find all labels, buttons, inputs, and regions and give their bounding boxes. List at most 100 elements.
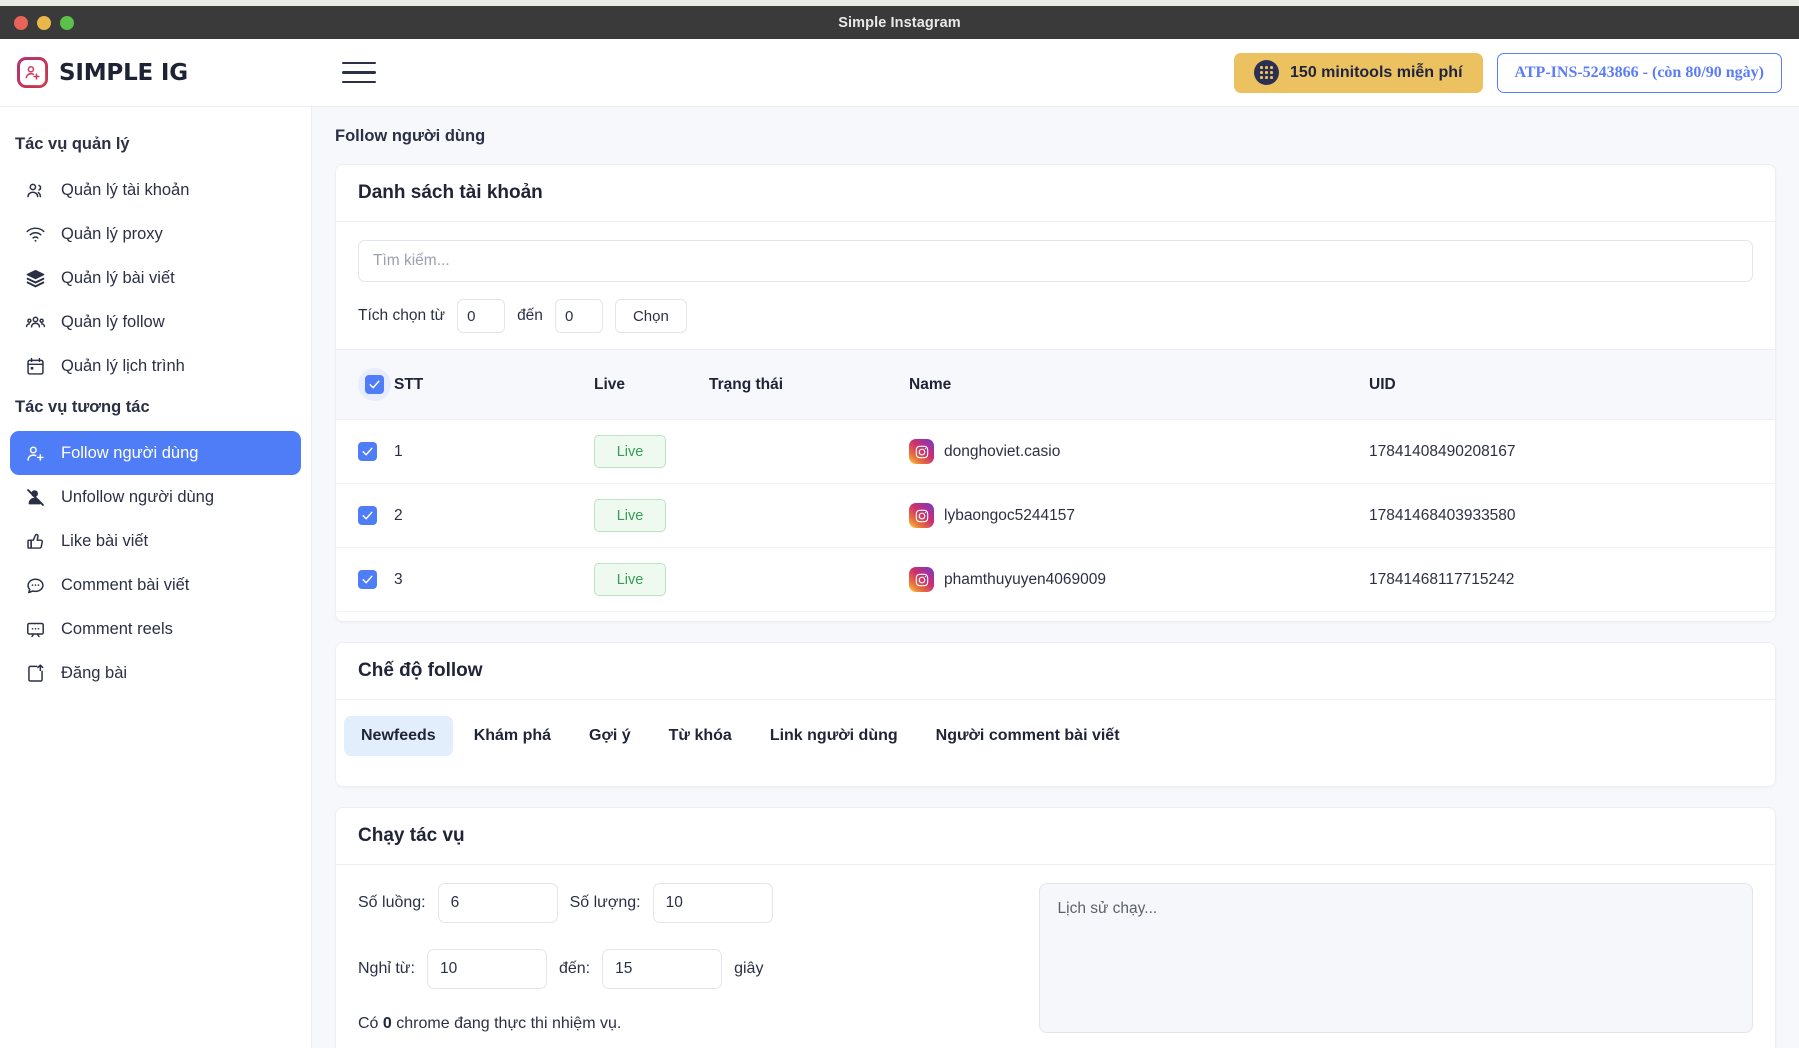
user-plus-icon [24,442,46,464]
sidebar-item-comment-reels[interactable]: Comment reels [10,607,301,651]
row-checkbox[interactable] [358,442,377,461]
app-window: Simple Instagram SIMPLE IG 150 minitools… [0,6,1799,1048]
page-title: Follow người dùng [335,127,486,145]
row-checkbox-cell [336,419,394,484]
row-name-cell: vunhatruc3703116 [909,611,1369,621]
row-checkbox-cell [336,483,394,548]
row-stt: 3 [394,547,594,612]
sidebar-item-quan-ly-proxy[interactable]: Quản lý proxy [10,212,301,256]
select-to-input[interactable] [554,299,603,333]
select-range-row: Tích chọn từ đến Chọn [358,282,1753,349]
select-all-halo [358,368,391,401]
follow-mode-tabs: Newfeeds Khám phá Gợi ý Từ khóa Link ngư… [336,700,1775,786]
row-checkbox-cell [336,547,394,612]
sidebar-item-label: Đăng bài [61,663,128,682]
layers-icon [24,267,46,289]
sidebar-item-label: Comment reels [61,619,173,638]
select-from-input[interactable] [457,299,506,333]
sidebar-item-quan-ly-tai-khoan[interactable]: Quản lý tài khoản [10,168,301,212]
chrome-status-text: Có 0 chrome đang thực thi nhiệm vụ. [358,1015,1013,1033]
row-status [709,483,909,548]
sidebar-group-title-interaction: Tác vụ tương tác [15,398,150,416]
live-badge: Live [594,435,666,468]
sidebar-item-follow-nguoi-dung[interactable]: Follow người dùng [10,431,301,475]
history-textarea[interactable] [1038,883,1753,1033]
column-header-status: Trạng thái [709,350,909,420]
table-row[interactable]: 2 Live lybaongoc5244157 1784146840393358… [336,483,1775,548]
accounts-card-title: Danh sách tài khoản [336,165,1775,222]
grid-dots-icon [1254,60,1280,85]
threads-label: Số luồng: [358,894,426,911]
threads-input[interactable] [437,883,558,923]
select-all-checkbox[interactable] [365,375,384,394]
brand-logo[interactable]: SIMPLE IG [0,57,312,88]
sidebar-item-comment-bai-viet[interactable]: Comment bài viết [10,563,301,607]
window-title: Simple Instagram [838,14,961,31]
hamburger-line [342,71,376,74]
sidebar-item-quan-ly-bai-viet[interactable]: Quản lý bài viết [10,256,301,300]
row-uid: 17841468117715242 [1369,547,1775,612]
choose-button[interactable]: Chọn [614,299,687,333]
sidebar-item-like-bai-viet[interactable]: Like bài viết [10,519,301,563]
row-live-cell: Live [594,419,709,484]
sidebar-item-unfollow-nguoi-dung[interactable]: Unfollow người dùng [10,475,301,519]
sidebar-item-label: Quản lý tài khoản [61,180,190,199]
table-row[interactable]: 4 Live [336,611,1775,621]
quantity-input[interactable] [652,883,773,923]
row-checkbox[interactable] [358,506,377,525]
column-header-live: Live [594,350,709,420]
user-minus-icon [24,486,46,508]
delay-from-input[interactable] [426,949,547,989]
accounts-table-scroll[interactable]: STT Live Trạng thái Name UID 1 Live dong… [336,349,1775,621]
tab-nguoi-comment[interactable]: Người comment bài viết [919,716,1137,756]
wifi-icon [24,223,46,245]
sidebar-item-quan-ly-lich-trinh[interactable]: Quản lý lịch trình [10,344,301,388]
tab-goi-y[interactable]: Gợi ý [572,716,648,756]
table-row[interactable]: 1 Live donghoviet.casio 1784140849020816… [336,419,1775,484]
row-name: lybaongoc5244157 [944,506,1076,524]
hamburger-line [342,62,376,65]
tab-newfeeds[interactable]: Newfeeds [344,716,453,756]
row-live-cell: Live [594,483,709,548]
search-input[interactable] [358,240,1753,282]
sidebar-item-label: Follow người dùng [61,443,199,462]
brand-name: SIMPLE IG [59,59,188,86]
body-split: Tác vụ quản lý Quản lý tài khoản Quản lý… [0,107,1799,1048]
row-name-cell: donghoviet.casio [909,419,1369,484]
minitools-label: 150 minitools miễn phí [1290,63,1463,81]
chrome-status-suffix: chrome đang thực thi nhiệm vụ. [396,1015,622,1032]
delay-to-label: đến: [558,960,591,977]
sidebar-item-dang-bai[interactable]: Đăng bài [10,651,301,695]
license-button[interactable]: ATP-INS-5243866 - (còn 80/90 ngày) [1496,52,1782,93]
delay-from-label: Nghỉ từ: [358,960,415,977]
select-all-header [336,350,394,420]
delay-to-input[interactable] [602,949,723,989]
row-uid: 17841468403933580 [1369,483,1775,548]
accounts-card: Danh sách tài khoản Tích chọn từ đến Chọ… [335,164,1776,622]
run-task-body: Số luồng: Số lượng: Nghỉ từ: đến: giây [336,865,1775,1048]
row-checkbox[interactable] [358,570,377,589]
threads-row: Số luồng: Số lượng: [358,883,1013,923]
delay-unit-label: giây [734,960,764,977]
column-header-name: Name [909,350,1369,420]
minitools-button[interactable]: 150 minitools miễn phí [1234,52,1483,93]
menu-toggle-button[interactable] [342,58,376,88]
simple-ig-logo-icon [17,57,48,88]
instagram-icon [909,439,934,464]
tab-link-nguoi-dung[interactable]: Link người dùng [753,716,915,756]
sidebar-item-quan-ly-follow[interactable]: Quản lý follow [10,300,301,344]
tab-kham-pha[interactable]: Khám phá [457,716,568,756]
calendar-icon [24,355,46,377]
instagram-icon [909,503,934,528]
sidebar-item-label: Quản lý bài viết [61,268,175,287]
sidebar-item-label: Like bài viết [61,531,149,550]
accounts-table-head: STT Live Trạng thái Name UID [336,350,1775,420]
row-status [709,419,909,484]
run-task-settings: Số luồng: Số lượng: Nghỉ từ: đến: giây [358,883,1013,1038]
table-row[interactable]: 3 Live phamthuyuyen4069009 1784146811771… [336,547,1775,612]
accounts-table-body: 1 Live donghoviet.casio 1784140849020816… [336,419,1775,621]
row-name: phamthuyuyen4069009 [944,570,1107,588]
select-from-label: Tích chọn từ [358,307,446,324]
row-live-cell: Live [594,611,709,621]
tab-tu-khoa[interactable]: Từ khóa [652,716,749,756]
